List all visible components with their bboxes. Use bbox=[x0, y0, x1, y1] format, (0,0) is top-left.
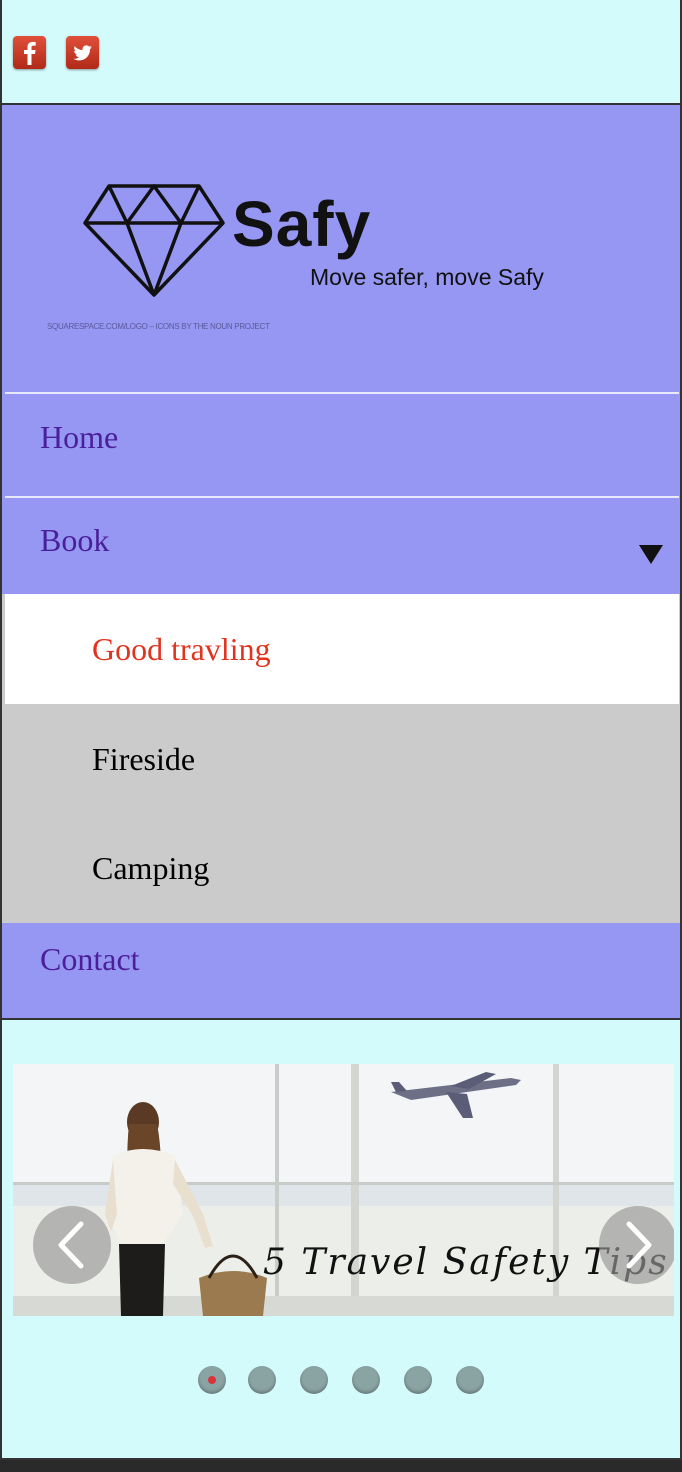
slider-dot[interactable] bbox=[352, 1366, 380, 1394]
brand-tagline: Move safer, move Safy bbox=[310, 264, 544, 290]
slide-image[interactable]: 5 Travel Safety Tips bbox=[13, 1064, 674, 1316]
nav-item-home[interactable]: Home bbox=[2, 393, 680, 496]
chevron-right-icon[interactable] bbox=[599, 1206, 674, 1284]
facebook-icon[interactable] bbox=[13, 36, 46, 69]
site-header: Safy Move safer, move Safy SQUARESPACE.C… bbox=[0, 105, 682, 1020]
logo-credit: SQUARESPACE.COM/LOGO – ICONS BY THE NOUN… bbox=[47, 322, 270, 331]
slider-dot[interactable] bbox=[456, 1366, 484, 1394]
brand-name: Safy bbox=[232, 188, 372, 260]
social-bar bbox=[0, 0, 682, 105]
nav-item-book[interactable]: Book bbox=[2, 498, 680, 594]
nav-item-contact[interactable]: Contact bbox=[2, 923, 680, 1018]
chevron-left-icon[interactable] bbox=[33, 1206, 111, 1284]
slider-dot[interactable] bbox=[404, 1366, 432, 1394]
diamond-icon bbox=[83, 184, 225, 297]
twitter-icon[interactable] bbox=[66, 36, 99, 69]
slider-dot[interactable] bbox=[300, 1366, 328, 1394]
image-slider: 5 Travel Safety Tips bbox=[0, 1020, 682, 1460]
triangle-down-icon[interactable] bbox=[639, 545, 663, 564]
submenu-item-fireside[interactable]: Fireside bbox=[2, 704, 680, 814]
slider-dot[interactable] bbox=[248, 1366, 276, 1394]
book-submenu: Good travling Fireside Camping bbox=[2, 594, 680, 923]
slider-dot[interactable] bbox=[198, 1366, 226, 1394]
page: Safy Move safer, move Safy SQUARESPACE.C… bbox=[0, 0, 682, 1472]
submenu-item-camping[interactable]: Camping bbox=[2, 814, 680, 923]
logo[interactable]: Safy Move safer, move Safy SQUARESPACE.C… bbox=[2, 105, 680, 393]
submenu-item-good-travling[interactable]: Good travling bbox=[5, 594, 679, 704]
